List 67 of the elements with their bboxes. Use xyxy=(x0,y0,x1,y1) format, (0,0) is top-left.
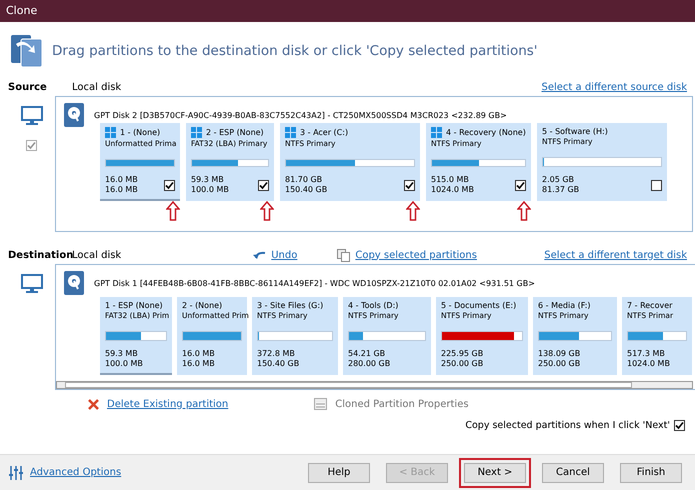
advanced-options-link[interactable]: Advanced Options xyxy=(30,467,122,478)
clone-disk-icon xyxy=(10,34,44,68)
partition-name: 1 - ESP (None) xyxy=(105,301,163,310)
partition-size: 81.70 GB 150.40 GB xyxy=(285,175,328,195)
footer-button[interactable]: Finish xyxy=(620,462,682,482)
disk-info: GPT Disk 1 [44FEB48B-6B08-41FB-8BBC-86114A149EF2] - WDC WD10SPZX-21Z10T0 02.01A02 <931.51 GB> xyxy=(94,278,535,288)
disk-type-text: Local disk xyxy=(72,82,122,92)
partition-size: 16.0 MB 16.0 MB xyxy=(182,349,216,369)
window-title: Clone xyxy=(0,0,695,22)
partition-name: 4 - Recovery (None) xyxy=(446,128,526,137)
partition-checkbox[interactable] xyxy=(404,180,415,190)
horizontal-scrollbar[interactable] xyxy=(56,381,693,389)
footer-button[interactable]: Next > xyxy=(464,462,526,482)
partition-name: 4 - Tools (D:) xyxy=(348,301,398,310)
partition-name: 1 - (None) xyxy=(120,128,160,137)
copy-on-next-checkbox[interactable] xyxy=(674,420,685,430)
instruction-text: Drag partitions to the destination disk or click 'Copy selected partitions' xyxy=(52,43,538,59)
destination-label: Destination xyxy=(8,250,72,260)
monitor-icon xyxy=(20,274,42,294)
partition-size: 517.3 MB 1024.0 MB xyxy=(627,349,671,369)
partition-checkbox[interactable] xyxy=(258,180,269,190)
partition-size: 16.0 MB 16.0 MB xyxy=(105,175,138,195)
disk-info: GPT Disk 2 [D3B570CF-A90C-4939-B0AB-83C7552C43A2] - CT250MX500SSD4 M3CR023 <232.89 GB> xyxy=(94,110,507,120)
partition-name: 7 - Recover xyxy=(627,301,672,310)
windows-logo-icon xyxy=(431,127,442,138)
undo-icon xyxy=(253,250,268,260)
partition-properties-button[interactable]: Cloned Partition Properties xyxy=(335,398,469,410)
select-target-link[interactable]: Select a different target disk xyxy=(544,250,687,260)
partition-size: 2.05 GB 81.37 GB xyxy=(542,175,580,195)
properties-icon xyxy=(314,398,328,410)
partition-name: 3 - Site Files (G:) xyxy=(257,301,324,310)
partition-size: 59.3 MB 100.0 MB xyxy=(191,175,229,195)
delete-partition-link[interactable]: Delete Existing partition xyxy=(107,398,228,410)
delete-icon xyxy=(88,398,99,410)
up-arrow-icon xyxy=(406,201,420,221)
copy-partitions-link[interactable]: Copy selected partitions xyxy=(355,250,477,260)
partition-size: 59.3 MB 100.0 MB xyxy=(105,349,144,369)
undo-link[interactable]: Undo xyxy=(271,250,298,260)
up-arrow-icon xyxy=(260,201,274,221)
select-source-link[interactable]: Select a different source disk xyxy=(542,82,687,92)
partition-size: 515.0 MB 1024.0 MB xyxy=(431,175,474,195)
windows-logo-icon xyxy=(285,127,296,138)
source-label: Source xyxy=(8,82,48,92)
partition-size: 372.8 MB 150.40 GB xyxy=(257,349,300,369)
monitor-icon xyxy=(20,106,42,126)
partition-size: 54.21 GB 280.00 GB xyxy=(348,349,392,369)
partition-checkbox[interactable] xyxy=(651,180,662,190)
partition-name: 5 - Documents (E:) xyxy=(441,301,516,310)
up-arrow-icon xyxy=(166,201,180,221)
footer-button[interactable]: Help xyxy=(308,462,370,482)
partition-name: 2 - ESP (None) xyxy=(206,128,264,137)
partition-size: 225.95 GB 250.00 GB xyxy=(441,349,484,369)
windows-logo-icon xyxy=(191,127,202,138)
copy-on-next-label: Copy selected partitions when I click 'Next' xyxy=(465,420,670,430)
windows-logo-icon xyxy=(105,127,116,138)
partition-name: 2 - (None) xyxy=(182,301,222,310)
disk-type-text: Local disk xyxy=(72,250,122,260)
partition-name: 6 - Media (F:) xyxy=(538,301,591,310)
copy-icon xyxy=(337,248,350,262)
partition-checkbox[interactable] xyxy=(515,180,526,190)
up-arrow-icon xyxy=(517,201,531,221)
partition-name: 5 - Software (H:) xyxy=(542,127,608,136)
partition-name: 3 - Acer (C:) xyxy=(300,128,348,137)
partition-size: 138.09 GB 250.00 GB xyxy=(538,349,582,369)
sliders-icon xyxy=(8,464,24,480)
partition-checkbox[interactable] xyxy=(164,180,175,190)
footer-button[interactable]: Cancel xyxy=(542,462,604,482)
